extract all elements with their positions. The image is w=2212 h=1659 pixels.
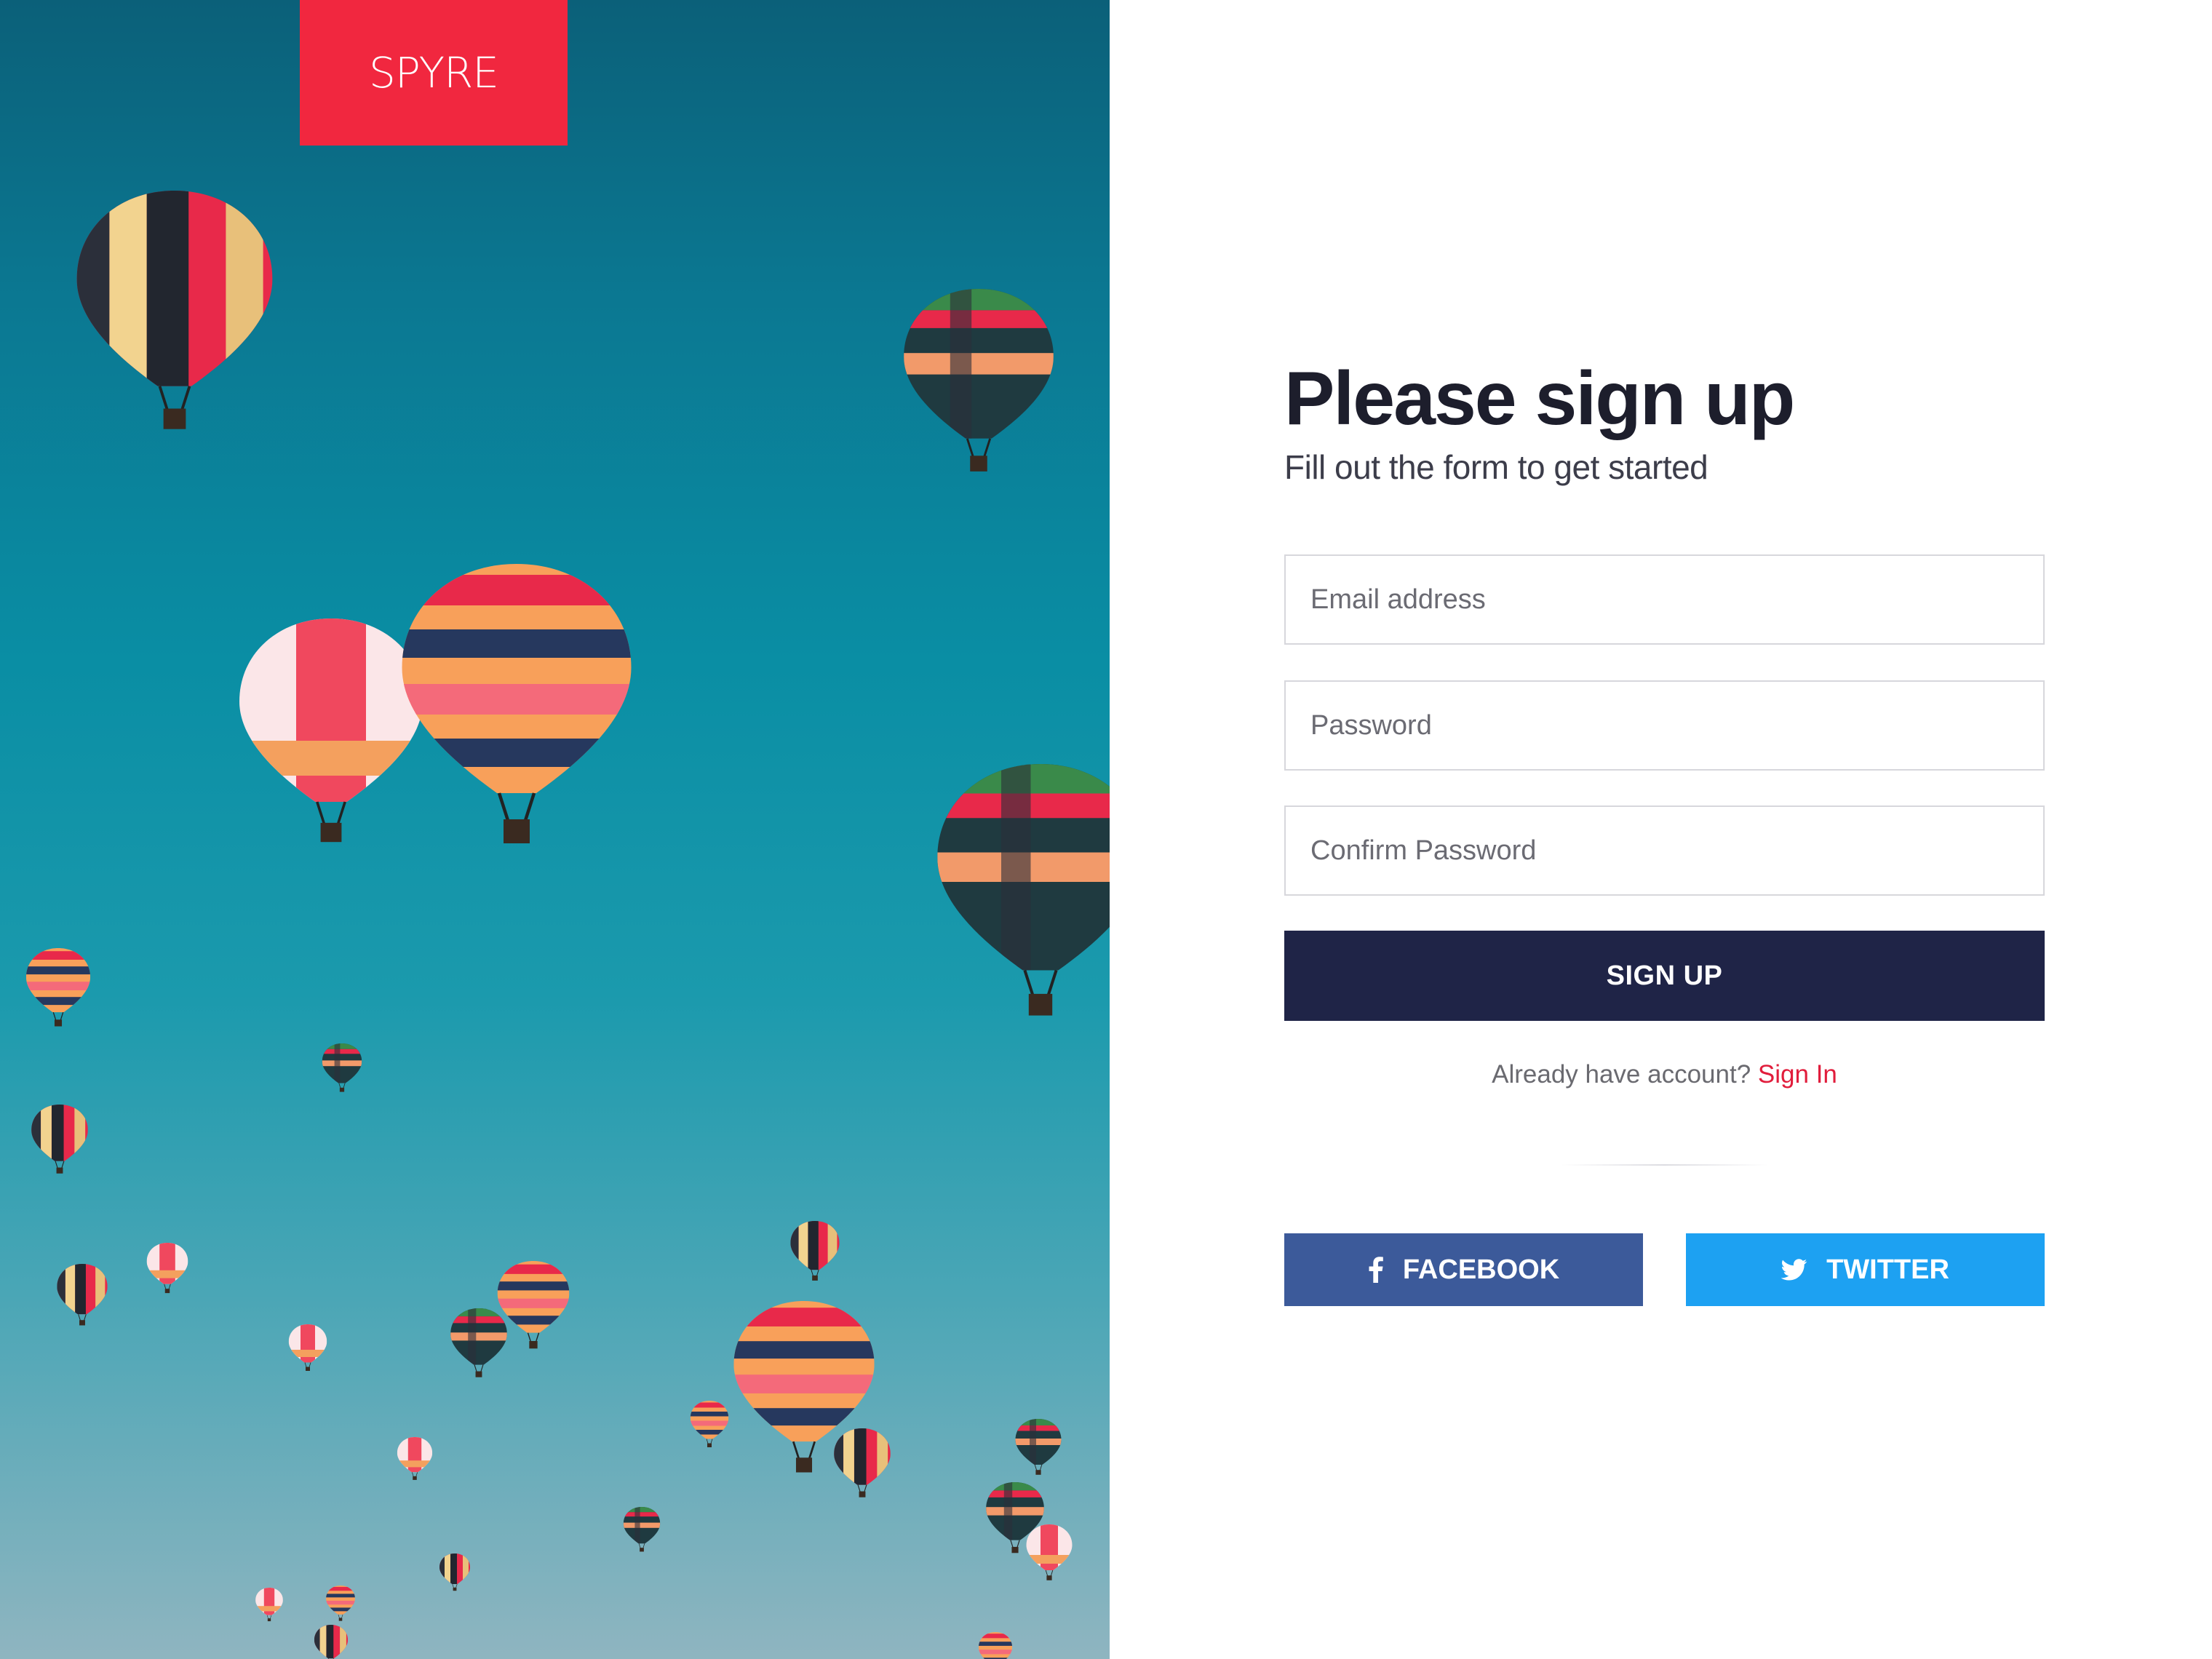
page-subtitle: Fill out the form to get started: [1284, 448, 1708, 486]
facebook-label: FACEBOOK: [1402, 1254, 1560, 1285]
password-field[interactable]: [1310, 709, 2043, 741]
email-field-wrapper: [1284, 554, 2045, 645]
page-title: Please sign up: [1284, 357, 1795, 441]
confirm-password-field[interactable]: [1310, 835, 2043, 867]
email-field[interactable]: [1310, 584, 2043, 616]
hero-image-panel: SPYRE: [0, 0, 1110, 1659]
sign-in-link[interactable]: Sign In: [1758, 1060, 1837, 1089]
twitter-button[interactable]: TWITTER: [1686, 1233, 2045, 1306]
confirm-password-field-wrapper: [1284, 805, 2045, 896]
spyre-logo[interactable]: SPYRE: [300, 0, 568, 146]
twitter-icon: [1781, 1259, 1807, 1281]
twitter-label: TWITTER: [1826, 1254, 1949, 1285]
logo-text: SPYRE: [369, 48, 499, 98]
signin-prompt-text: Already have account?: [1492, 1060, 1751, 1089]
facebook-button[interactable]: FACEBOOK: [1284, 1233, 1643, 1306]
signin-prompt: Already have account? Sign In: [1284, 1057, 2045, 1093]
password-field-wrapper: [1284, 680, 2045, 771]
signup-panel: Please sign up Fill out the form to get …: [1110, 0, 2212, 1659]
sign-up-button[interactable]: SIGN UP: [1284, 931, 2045, 1021]
facebook-icon: [1369, 1257, 1383, 1283]
balloons-illustration: [0, 0, 1110, 1659]
divider: [1561, 1164, 1768, 1166]
